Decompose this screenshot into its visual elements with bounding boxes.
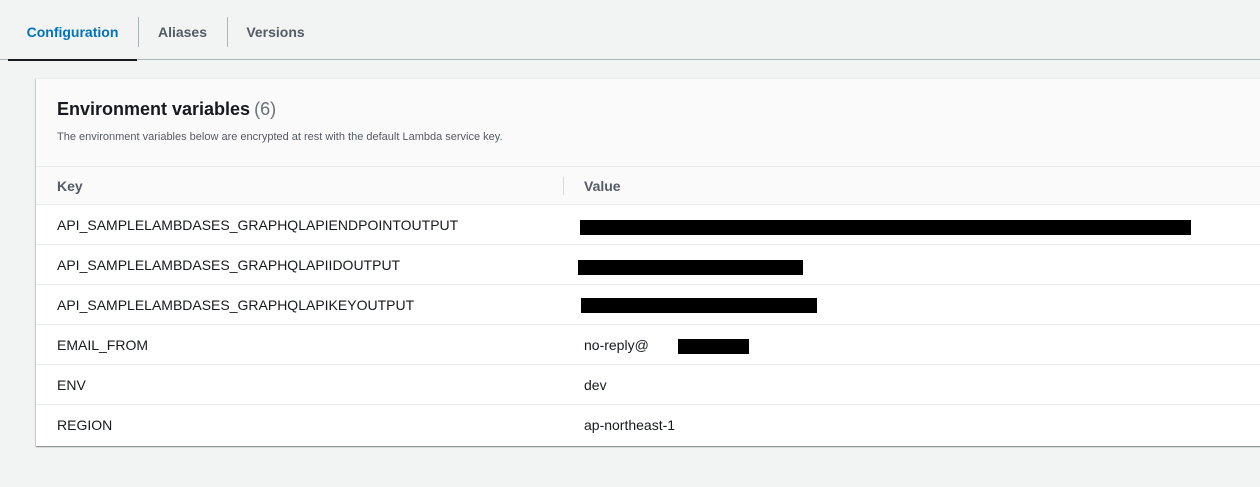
- env-key: REGION: [57, 417, 113, 433]
- panel-title: Environment variables (6): [57, 99, 276, 120]
- tab-configuration[interactable]: Configuration: [8, 0, 137, 61]
- env-key: API_SAMPLELAMBDASES_GRAPHQLAPIKEYOUTPUT: [57, 297, 415, 313]
- variable-count: (6): [254, 99, 277, 119]
- table-row: API_SAMPLELAMBDASES_GRAPHQLAPIENDPOINTOU…: [36, 205, 1260, 245]
- table-row: ENV dev: [36, 365, 1260, 405]
- redaction-block: [578, 260, 803, 275]
- panel-header: Environment variables (6) The environment…: [36, 79, 1260, 167]
- panel-description: The environment variables below are encr…: [57, 131, 503, 143]
- env-key: API_SAMPLELAMBDASES_GRAPHQLAPIENDPOINTOU…: [57, 217, 459, 233]
- tab-versions[interactable]: Versions: [228, 0, 323, 60]
- column-divider: [563, 177, 564, 195]
- tab-aliases[interactable]: Aliases: [139, 0, 226, 60]
- table-row: EMAIL_FROM no-reply@: [36, 325, 1260, 365]
- env-value: dev: [584, 377, 607, 393]
- env-value: no-reply@: [584, 337, 649, 353]
- redaction-block: [678, 339, 749, 354]
- environment-variables-panel: Environment variables (6) The environment…: [36, 78, 1260, 446]
- redaction-block: [580, 220, 1191, 235]
- column-header-key: Key: [57, 178, 83, 194]
- env-key: API_SAMPLELAMBDASES_GRAPHQLAPIIDOUTPUT: [57, 257, 401, 273]
- table-row: REGION ap-northeast-1: [36, 405, 1260, 445]
- table-row: API_SAMPLELAMBDASES_GRAPHQLAPIIDOUTPUT: [36, 245, 1260, 285]
- redaction-block: [581, 298, 817, 313]
- panel-title-text: Environment variables: [57, 99, 251, 119]
- table-header: Key Value: [36, 167, 1260, 205]
- env-key: ENV: [57, 377, 86, 393]
- table-row: API_SAMPLELAMBDASES_GRAPHQLAPIKEYOUTPUT: [36, 285, 1260, 325]
- tab-bar: Configuration Aliases Versions: [0, 0, 1260, 61]
- column-header-value: Value: [584, 178, 621, 194]
- env-value: ap-northeast-1: [584, 417, 676, 433]
- env-key: EMAIL_FROM: [57, 337, 149, 353]
